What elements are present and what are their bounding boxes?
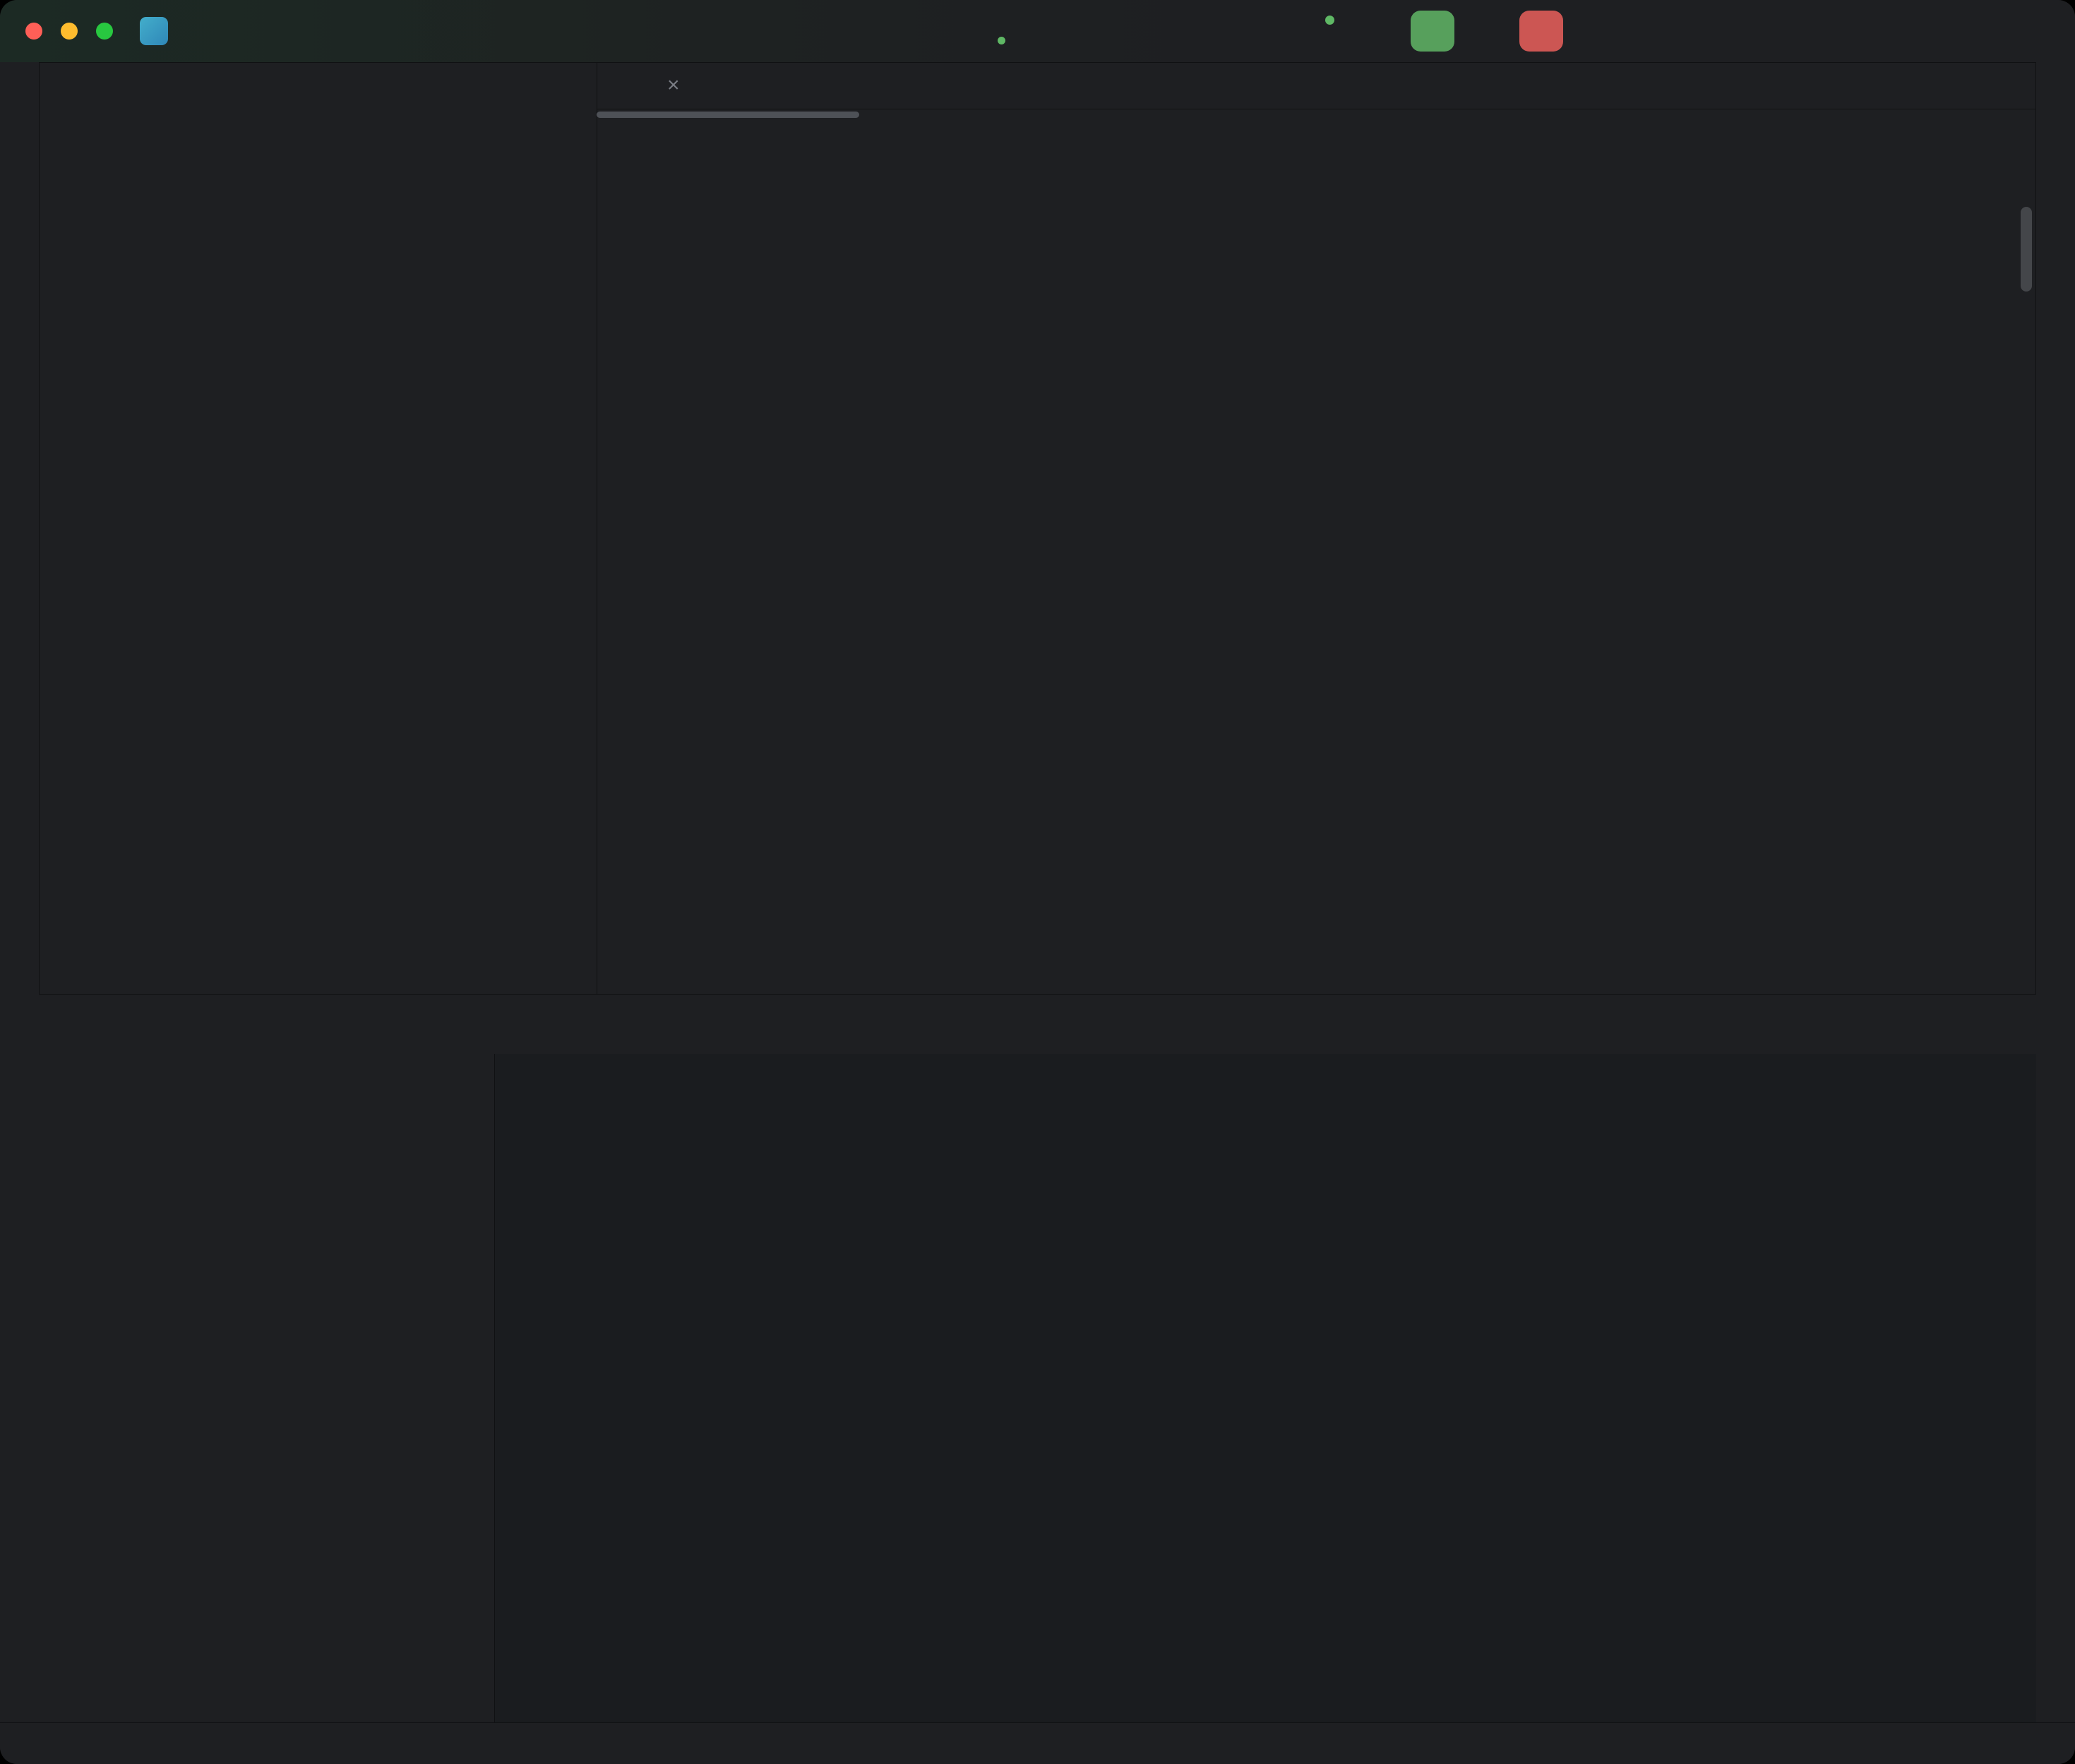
project-tool-window xyxy=(39,62,597,994)
scrollbar-thumb[interactable] xyxy=(2021,207,2032,292)
next-problem-button[interactable] xyxy=(1944,130,1966,151)
android-studio-window: × xyxy=(0,0,2075,1764)
editor-area: × xyxy=(597,62,2036,994)
more-run-options-button[interactable] xyxy=(1581,20,1604,42)
chevron-down-icon xyxy=(346,22,364,40)
branch-icon xyxy=(304,20,326,42)
stop-icon xyxy=(1529,18,1554,44)
editor-tab-bar: × xyxy=(597,62,2036,109)
build-tool-window xyxy=(39,994,2036,1723)
branch-selector[interactable] xyxy=(304,0,364,62)
build-panel-header xyxy=(39,995,2036,1054)
left-tool-stripe xyxy=(0,62,40,1722)
editor-scrollbar[interactable] xyxy=(2021,119,2032,987)
error-badge-icon xyxy=(1751,130,1772,151)
run-configuration-selector[interactable] xyxy=(1308,0,1371,62)
prev-problem-button[interactable] xyxy=(1908,130,1929,151)
project-logo xyxy=(140,17,168,45)
close-tab-icon[interactable]: × xyxy=(667,75,680,96)
chevron-down-icon xyxy=(1353,22,1371,40)
rerun-icon xyxy=(1420,18,1445,44)
cpp-file-icon xyxy=(623,74,647,97)
stop-app-button[interactable] xyxy=(1519,11,1563,52)
project-panel-header xyxy=(39,62,597,113)
inspections-widget[interactable] xyxy=(1751,130,1966,151)
warning-icon xyxy=(1803,130,1824,151)
tab-scroll-indicator xyxy=(597,112,859,118)
titlebar xyxy=(0,0,2075,63)
rerun-app-button[interactable] xyxy=(1411,11,1454,52)
status-bar xyxy=(0,1722,2075,1764)
tab-ai-chat-cpp[interactable]: × xyxy=(609,62,694,109)
build-options-button[interactable] xyxy=(1916,1013,1939,1036)
chevron-down-icon xyxy=(64,79,81,96)
project-selector[interactable] xyxy=(140,0,206,62)
phone-device-icon xyxy=(999,19,1023,43)
project-tree xyxy=(39,113,597,120)
build-tree-pane xyxy=(39,1054,494,1723)
device-selector[interactable] xyxy=(999,0,1061,62)
typo-check-icon xyxy=(1855,130,1877,151)
chevron-down-icon xyxy=(1043,22,1061,40)
right-tool-stripe xyxy=(2035,62,2075,1722)
window-controls xyxy=(25,0,113,62)
minimize-window-button[interactable] xyxy=(61,23,78,40)
zoom-window-button[interactable] xyxy=(96,23,113,40)
debug-app-button[interactable] xyxy=(1473,17,1501,45)
chevron-down-icon xyxy=(188,22,206,40)
editor-options-button[interactable] xyxy=(1999,75,2021,96)
hide-build-panel-button[interactable] xyxy=(1968,1013,1991,1036)
build-result-tree xyxy=(107,1058,494,1723)
close-window-button[interactable] xyxy=(25,23,42,40)
android-app-icon xyxy=(1308,18,1333,44)
build-console[interactable] xyxy=(494,1054,2036,1723)
